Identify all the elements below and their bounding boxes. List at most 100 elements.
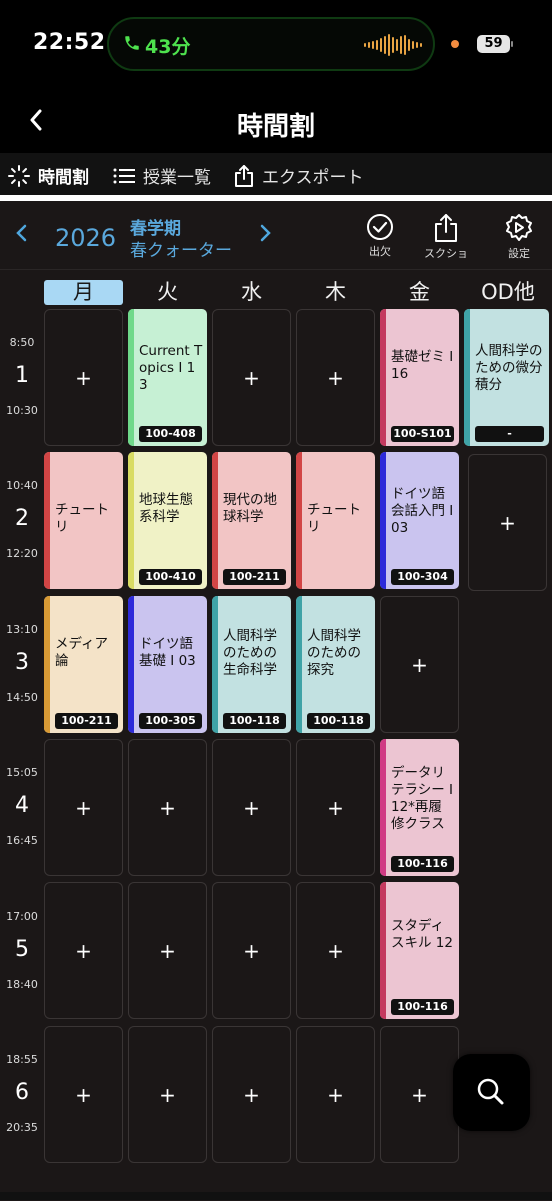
course-color-bar bbox=[296, 596, 302, 733]
course-card-mon-2[interactable]: チュートリ bbox=[44, 452, 123, 589]
course-name: チュートリ bbox=[55, 502, 109, 535]
course-color-bar bbox=[380, 882, 386, 1019]
add-icon: + bbox=[75, 938, 92, 963]
tab-course-list[interactable]: 授業一覧 bbox=[113, 163, 211, 188]
status-bar: 22:52 43分 59 bbox=[0, 0, 552, 92]
empty-slot-thu-4[interactable]: + bbox=[296, 739, 375, 876]
empty-slot-wed-5[interactable]: + bbox=[212, 882, 291, 1019]
screenshot-button[interactable]: スクショ bbox=[424, 213, 468, 261]
empty-slot-wed-1[interactable]: + bbox=[212, 309, 291, 446]
empty-slot-tue-6[interactable]: + bbox=[128, 1026, 207, 1163]
page-title: 時間割 bbox=[236, 112, 315, 142]
period-start: 17:00 bbox=[6, 910, 38, 923]
share-icon bbox=[435, 214, 457, 242]
call-duration: 43分 bbox=[145, 36, 191, 58]
room-badge: 100-410 bbox=[139, 569, 202, 585]
course-card-wed-2[interactable]: 現代の地球科学 100-211 bbox=[212, 452, 291, 589]
add-icon: + bbox=[411, 652, 428, 677]
course-color-bar bbox=[296, 452, 302, 589]
course-card-fri-2[interactable]: ドイツ語会話入門 I 03 100-304 bbox=[380, 452, 459, 589]
year-label: 2026 bbox=[55, 224, 117, 252]
empty-slot-other-2[interactable]: + bbox=[468, 454, 547, 591]
course-card-tue-1[interactable]: Current Topics I 13 100-408 bbox=[128, 309, 207, 446]
course-card-fri-5[interactable]: スタディスキル 12 100-116 bbox=[380, 882, 459, 1019]
empty-slot-wed-6[interactable]: + bbox=[212, 1026, 291, 1163]
add-icon: + bbox=[243, 795, 260, 820]
add-icon: + bbox=[411, 1082, 428, 1107]
course-name: 人間科学のための探究 bbox=[307, 628, 361, 678]
period-start: 8:50 bbox=[9, 336, 35, 349]
attendance-button[interactable]: 出欠 bbox=[366, 213, 394, 259]
home-indicator-area bbox=[0, 1192, 552, 1200]
course-card-thu-3[interactable]: 人間科学のための探究 100-118 bbox=[296, 596, 375, 733]
period-3-label: 13:10 3 14:50 bbox=[0, 623, 44, 704]
search-button[interactable] bbox=[453, 1054, 530, 1131]
tab-timetable[interactable]: 時間割 bbox=[8, 163, 89, 188]
empty-slot-thu-1[interactable]: + bbox=[296, 309, 375, 446]
empty-slot-wed-4[interactable]: + bbox=[212, 739, 291, 876]
recording-dot-icon bbox=[451, 40, 459, 48]
view-tabs: 時間割 授業一覧 エクスポート bbox=[0, 153, 552, 195]
course-card-fri-4[interactable]: データリテラシー I 12*再履修クラス 100-116 bbox=[380, 739, 459, 876]
empty-slot-thu-5[interactable]: + bbox=[296, 882, 375, 1019]
dynamic-island[interactable]: 43分 bbox=[107, 17, 435, 71]
empty-slot-fri-6[interactable]: + bbox=[380, 1026, 459, 1163]
course-card-wed-3[interactable]: 人間科学のための生命科学 100-118 bbox=[212, 596, 291, 733]
room-badge: 100-305 bbox=[139, 713, 202, 729]
course-name: 現代の地球科学 bbox=[223, 492, 277, 525]
course-name: 地球生態系科学 bbox=[139, 492, 193, 525]
empty-slot-mon-6[interactable]: + bbox=[44, 1026, 123, 1163]
empty-slot-mon-1[interactable]: + bbox=[44, 309, 123, 446]
course-card-other-1[interactable]: 人間科学のための微分積分 - bbox=[464, 309, 549, 446]
period-end: 12:20 bbox=[6, 547, 38, 560]
settings-button[interactable]: 設定 bbox=[504, 213, 534, 261]
course-card-tue-2[interactable]: 地球生態系科学 100-410 bbox=[128, 452, 207, 589]
empty-slot-thu-6[interactable]: + bbox=[296, 1026, 375, 1163]
phone-icon bbox=[123, 34, 141, 57]
course-card-fri-1[interactable]: 基礎ゼミ I 16 100-S101 bbox=[380, 309, 459, 446]
battery-indicator: 59 bbox=[477, 35, 510, 53]
previous-term-button[interactable] bbox=[15, 223, 29, 249]
empty-slot-mon-4[interactable]: + bbox=[44, 739, 123, 876]
quarter-label: 春クォーター bbox=[130, 241, 232, 261]
period-end: 14:50 bbox=[6, 691, 38, 704]
empty-slot-mon-5[interactable]: + bbox=[44, 882, 123, 1019]
period-end: 16:45 bbox=[6, 834, 38, 847]
course-name: ドイツ語基礎 I 03 bbox=[139, 636, 196, 669]
period-number: 2 bbox=[15, 506, 29, 531]
period-2-label: 10:40 2 12:20 bbox=[0, 479, 44, 560]
empty-slot-fri-3[interactable]: + bbox=[380, 596, 459, 733]
course-name: 人間科学のための微分積分 bbox=[475, 343, 543, 393]
room-badge: 100-304 bbox=[391, 569, 454, 585]
share-icon bbox=[235, 164, 253, 187]
course-color-bar bbox=[380, 309, 386, 446]
day-header-tue: 火 bbox=[157, 280, 178, 304]
term-header: 2026 春学期 春クォーター 出欠 スクショ 設定 bbox=[0, 201, 552, 269]
tab-label: 時間割 bbox=[38, 168, 89, 188]
course-card-thu-2[interactable]: チュートリ bbox=[296, 452, 375, 589]
empty-slot-tue-4[interactable]: + bbox=[128, 739, 207, 876]
room-badge: 100-211 bbox=[223, 569, 286, 585]
add-icon: + bbox=[159, 795, 176, 820]
room-badge: 100-211 bbox=[55, 713, 118, 729]
course-color-bar bbox=[380, 452, 386, 589]
attendance-label: 出欠 bbox=[369, 245, 391, 258]
room-badge: 100-118 bbox=[307, 713, 370, 729]
list-icon bbox=[113, 168, 135, 183]
course-name: メディア論 bbox=[55, 636, 109, 669]
period-number: 4 bbox=[15, 793, 29, 818]
course-color-bar bbox=[44, 596, 50, 733]
room-badge: 100-408 bbox=[139, 426, 202, 442]
room-badge: 100-S101 bbox=[391, 426, 454, 442]
battery-tip bbox=[511, 41, 513, 47]
course-name: チュートリ bbox=[307, 502, 361, 535]
room-badge: 100-116 bbox=[391, 856, 454, 872]
tab-export[interactable]: エクスポート bbox=[234, 163, 364, 188]
period-start: 18:55 bbox=[6, 1053, 38, 1066]
course-card-tue-3[interactable]: ドイツ語基礎 I 03 100-305 bbox=[128, 596, 207, 733]
room-badge: 100-118 bbox=[223, 713, 286, 729]
next-term-button[interactable] bbox=[258, 223, 272, 249]
empty-slot-tue-5[interactable]: + bbox=[128, 882, 207, 1019]
course-card-mon-3[interactable]: メディア論 100-211 bbox=[44, 596, 123, 733]
course-name: データリテラシー I 12*再履修クラス bbox=[391, 765, 454, 832]
